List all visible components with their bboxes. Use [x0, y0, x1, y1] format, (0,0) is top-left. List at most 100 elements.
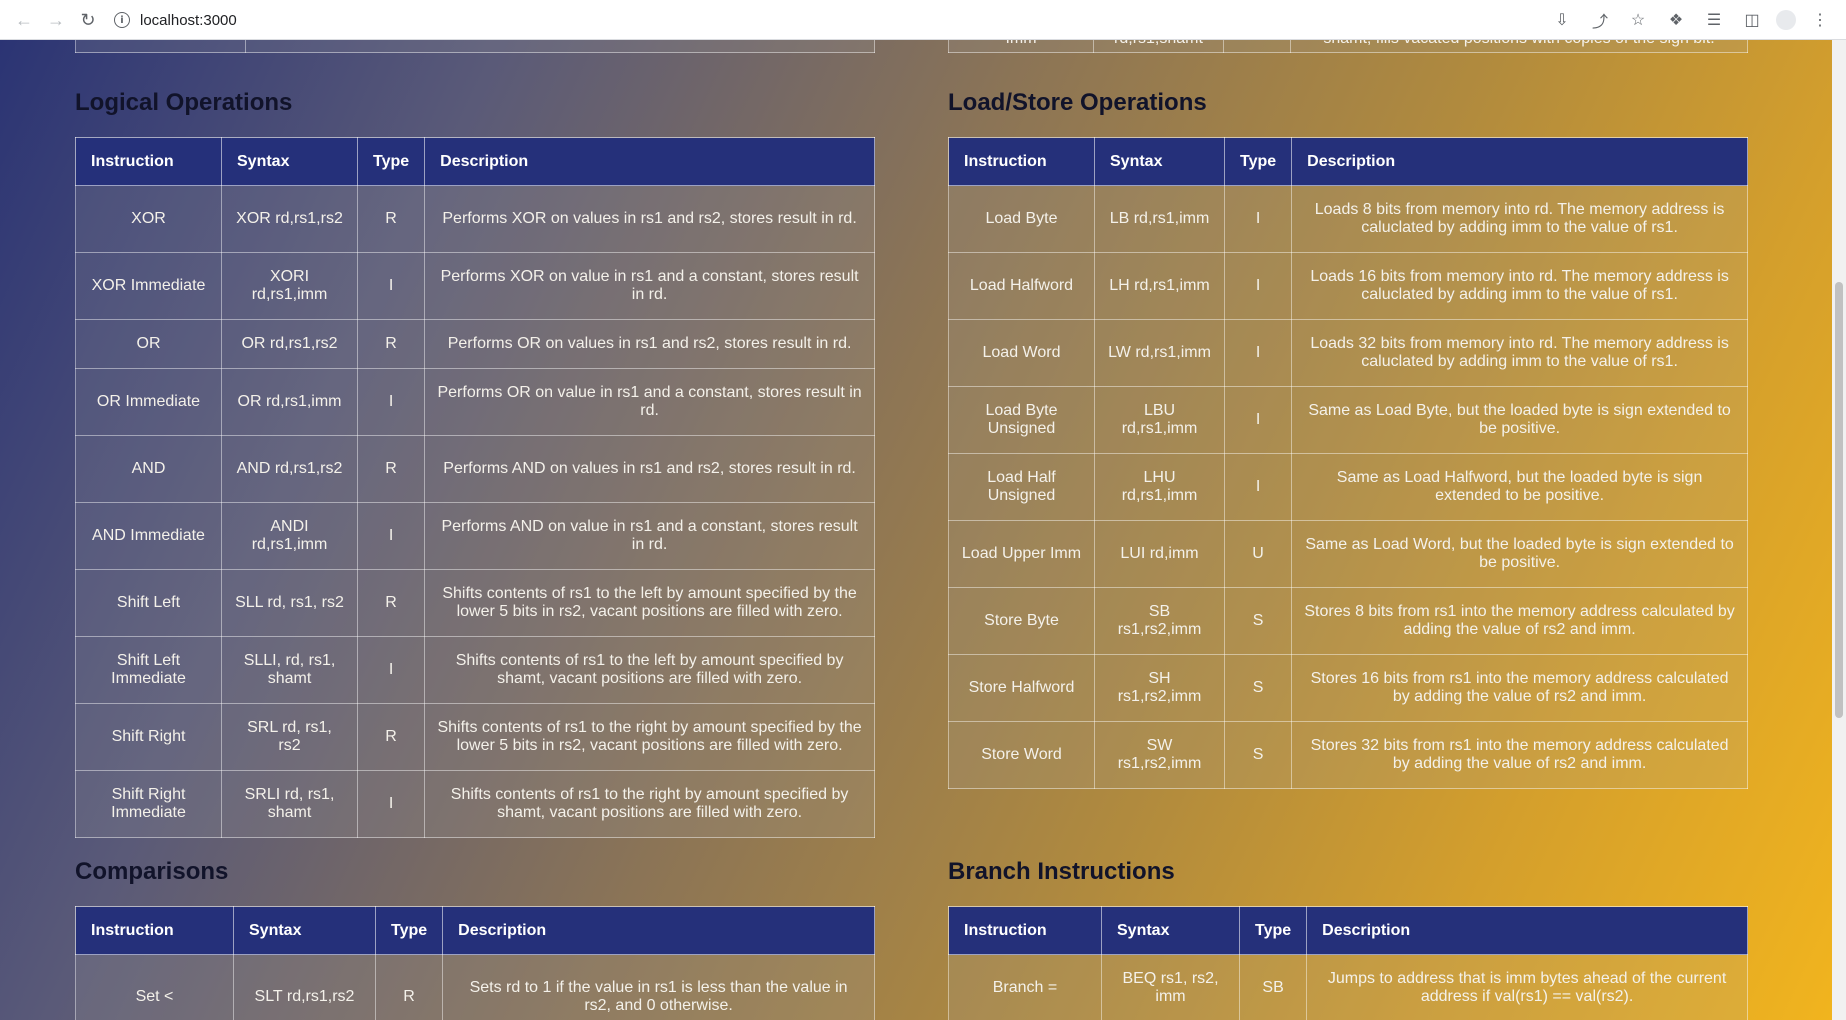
cell-type: I [1223, 386, 1293, 454]
table-row: Load Word LW rd,rs1,imm I Loads 32 bits fro… [948, 319, 1748, 387]
header-instruction: Instruction [75, 906, 234, 955]
table-row: Store Byte SB rs1,rs2,imm S Stores 8 bits f… [948, 587, 1748, 655]
cell-instruction: AND [75, 435, 222, 503]
cell-instruction: XOR [75, 185, 222, 253]
cell-type: I [1223, 252, 1293, 320]
cell-syntax: SW rs1,rs2,imm [1094, 721, 1225, 789]
cell-description: shamt, fills vacated positions with copi… [1290, 40, 1748, 53]
install-app-icon[interactable]: ⇩ [1548, 6, 1576, 34]
header-description: Description [1306, 906, 1748, 955]
cell-instruction: AND Immediate [75, 502, 222, 570]
table-row: Load Halfword LH rd,rs1,imm I Loads 16 bits… [948, 252, 1748, 320]
table-row: AND Immediate ANDI rd,rs1,imm I Performs AN… [75, 502, 875, 570]
cell-type: I [1223, 185, 1293, 253]
cell-description: Performs OR on value in rs1 and a consta… [424, 368, 875, 436]
cell-instruction: Store Halfword [948, 654, 1095, 722]
header-description: Description [424, 137, 875, 186]
section-title-comparisons: Comparisons [75, 858, 229, 885]
cell-instruction: Store Word [948, 721, 1095, 789]
cell-syntax: rd,rs1,shamt [1093, 40, 1224, 53]
cell-syntax: OR rd,rs1,imm [221, 368, 358, 436]
header-type: Type [374, 906, 444, 955]
cell-syntax: LUI rd,imm [1094, 520, 1225, 588]
address-bar[interactable]: i localhost:3000 [114, 6, 1674, 34]
side-panel-icon[interactable]: ◫ [1738, 6, 1766, 34]
cell-description: Jumps to address that is imm bytes ahead… [1306, 954, 1748, 1020]
vertical-scrollbar[interactable] [1832, 40, 1846, 1020]
cell-syntax: SRL rd, rs1, rs2 [221, 703, 358, 771]
cell-description: Same as Load Byte, but the loaded byte i… [1291, 386, 1748, 454]
back-arrow-icon[interactable]: ← [10, 6, 38, 34]
header-syntax: Syntax [233, 906, 376, 955]
table-row: Load Byte Unsigned LBU rd,rs1,imm I Same as… [948, 386, 1748, 454]
cell-instruction: Imm [948, 40, 1094, 53]
cell-type: S [1223, 654, 1293, 722]
share-icon[interactable]: ⤴ [1586, 6, 1614, 34]
extensions-icon[interactable]: ❖ [1662, 6, 1690, 34]
bookmark-star-icon[interactable]: ☆ [1624, 6, 1652, 34]
table-row: Store Halfword SH rs1,rs2,imm S Stores 16 b… [948, 654, 1748, 722]
cell-instruction: Shift Right [75, 703, 222, 771]
cell-instruction: Load Byte [948, 185, 1095, 253]
cell-description: Performs OR on values in rs1 and rs2, st… [424, 319, 875, 369]
cell-syntax: SLLI, rd, rs1, shamt [221, 636, 358, 704]
reload-icon[interactable]: ↻ [74, 6, 102, 34]
cell-instruction: Load Halfword [948, 252, 1095, 320]
section-title-loadstore: Load/Store Operations [948, 89, 1207, 116]
cell-instruction: Shift Left Immediate [75, 636, 222, 704]
header-syntax: Syntax [1101, 906, 1240, 955]
menu-kebab-icon[interactable]: ⋮ [1806, 6, 1834, 34]
cell-description: Performs XOR on value in rs1 and a const… [424, 252, 875, 320]
cell-syntax: XORI rd,rs1,imm [221, 252, 358, 320]
comparisons-table: Instruction Syntax Type Description Set … [75, 906, 875, 1020]
cell-instruction: Load Half Unsigned [948, 453, 1095, 521]
cell-type: R [374, 954, 444, 1020]
table-row: OR OR rd,rs1,rs2 R Performs OR on values in… [75, 319, 875, 369]
cell-description: Performs AND on value in rs1 and a const… [424, 502, 875, 570]
site-info-icon[interactable]: i [114, 12, 130, 28]
cell-syntax: LBU rd,rs1,imm [1094, 386, 1225, 454]
header-description: Description [1291, 137, 1748, 186]
cell-description: Shifts contents of rs1 to the left by am… [424, 569, 875, 637]
cell-instruction: Load Byte Unsigned [948, 386, 1095, 454]
cell-description: Shifts contents of rs1 to the left by am… [424, 636, 875, 704]
cell-syntax: SLT rd,rs1,rs2 [233, 954, 376, 1020]
header-type: Type [356, 137, 426, 186]
forward-arrow-icon[interactable]: → [42, 6, 70, 34]
table-row: Load Byte LB rd,rs1,imm I Loads 8 bits from… [948, 185, 1748, 253]
toolbar-actions: ⇩ ⤴ ☆ ❖ ☰ ◫ ⋮ [1548, 6, 1834, 34]
cell-type: I [1223, 319, 1293, 387]
table-row: OR Immediate OR rd,rs1,imm I Performs OR on… [75, 368, 875, 436]
cell-description: Performs XOR on values in rs1 and rs2, s… [424, 185, 875, 253]
header-description: Description [442, 906, 875, 955]
cell-type: I [1223, 453, 1293, 521]
table-row: XOR XOR rd,rs1,rs2 R Performs XOR on values… [75, 185, 875, 253]
cell-syntax: SLL rd, rs1, rs2 [221, 569, 358, 637]
cell-description: Same as Load Word, but the loaded byte i… [1291, 520, 1748, 588]
table-row: Shift Right SRL rd, rs1, rs2 R Shifts conte… [75, 703, 875, 771]
loadstore-operations-table: Instruction Syntax Type Description Load… [948, 137, 1748, 789]
cell-description: Stores 16 bits from rs1 into the memory … [1291, 654, 1748, 722]
header-instruction: Instruction [75, 137, 222, 186]
table-row: Set < SLT rd,rs1,rs2 R Sets rd to 1 if the … [75, 954, 875, 1020]
previous-table-left [75, 40, 875, 53]
cell-syntax: LHU rd,rs1,imm [1094, 453, 1225, 521]
scrollbar-thumb[interactable] [1835, 282, 1843, 718]
cell-description: Loads 8 bits from memory into rd. The me… [1291, 185, 1748, 253]
cell-type: R [356, 185, 426, 253]
cell-instruction: Store Byte [948, 587, 1095, 655]
cell-syntax: ANDI rd,rs1,imm [221, 502, 358, 570]
table-row: Shift Left Immediate SLLI, rd, rs1, shamt… [75, 636, 875, 704]
cell-instruction: Set < [75, 954, 234, 1020]
cell-syntax: LW rd,rs1,imm [1094, 319, 1225, 387]
media-queue-icon[interactable]: ☰ [1700, 6, 1728, 34]
table-row: AND AND rd,rs1,rs2 R Performs AND on values… [75, 435, 875, 503]
cell-type: S [1223, 587, 1293, 655]
cell-instruction: XOR Immediate [75, 252, 222, 320]
cell-type: S [1223, 721, 1293, 789]
cell-syntax: SH rs1,rs2,imm [1094, 654, 1225, 722]
url-text[interactable]: localhost:3000 [140, 12, 237, 29]
cell-syntax: OR rd,rs1,rs2 [221, 319, 358, 369]
profile-avatar[interactable] [1776, 10, 1796, 30]
cell-description: Stores 8 bits from rs1 into the memory a… [1291, 587, 1748, 655]
